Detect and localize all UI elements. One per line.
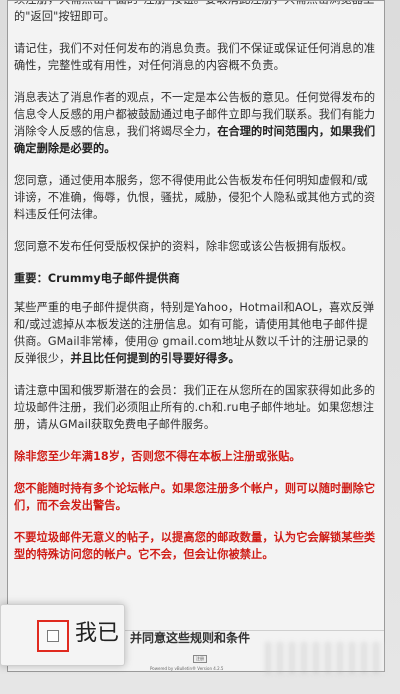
rule-paragraph: 续注册，只需点击下面的"注册"按钮。要取消此注册，只需点击浏览器上的"返回"按钮… [14,1,376,25]
paragraph-text: 您同意不发布任何受版权保护的资料，除非您或该公告板拥有版权。 [14,240,353,253]
paragraph-text: 续注册，只需点击下面的"注册"按钮。要取消此注册，只需点击浏览器上的"返回"按钮… [14,1,374,23]
paragraph-text: 您不能随时持有多个论坛帐户。如果您注册多个帐户，则可以随时删除它们，而不会发出警… [14,482,376,512]
watermark [265,642,385,674]
rule-paragraph: 不要垃圾邮件无意义的帖子，以提高您的邮政数量，认为它会解锁某些类型的特殊访问您的… [14,529,376,563]
paragraph-text: 除非您至少年满18岁，否则您不得在本板上注册或张贴。 [14,450,301,463]
agree-label: 并同意这些规则和条件 [130,631,251,645]
paragraph-text: 并且比任何提到的引导要好得多。 [70,352,240,365]
paragraph-text: 重要：Crummy电子邮件提供商 [14,272,180,285]
rule-paragraph: 某些严重的电子邮件提供商，特别是Yahoo，Hotmail和AOL，喜欢反弹和/… [14,299,376,367]
zoom-inset: 我已 [0,604,125,666]
rule-paragraph: 请注意中国和俄罗斯潜在的会员：我们正在从您所在的国家获得如此多的垃圾邮件注册，我… [14,382,376,433]
register-button[interactable]: 注册 [193,655,207,663]
paragraph-text: 请注意中国和俄罗斯潜在的会员：我们正在从您所在的国家获得如此多的垃圾邮件注册，我… [14,384,376,431]
rule-paragraph: 重要：Crummy电子邮件提供商 [14,270,376,287]
zoom-label: 我已 [75,621,120,646]
rule-paragraph: 请记住，我们不对任何发布的消息负责。我们不保证或保证任何消息的准确性，完整性或有… [14,40,376,74]
footer-text: Powered by vBulletin® Version 4.2.5 [150,666,224,671]
paragraph-text: 不要垃圾邮件无意义的帖子，以提高您的邮政数量，认为它会解锁某些类型的特殊访问您的… [14,531,376,561]
paragraph-text: 您同意，通过使用本服务，您不得使用此公告板发布任何明知虚假和/或诽谤，不准确，侮… [14,174,376,221]
rules-document: 续注册，只需点击下面的"注册"按钮。要取消此注册，只需点击浏览器上的"返回"按钮… [7,0,385,672]
agree-checkbox[interactable] [47,630,59,642]
rule-paragraph: 消息表达了消息作者的观点，不一定是本公告板的意见。任何觉得发布的信息令人反感的用… [14,89,376,157]
rule-paragraph: 除非您至少年满18岁，否则您不得在本板上注册或张贴。 [14,448,376,465]
highlight-box [37,620,69,652]
rule-paragraph: 您不能随时持有多个论坛帐户。如果您注册多个帐户，则可以随时删除它们，而不会发出警… [14,480,376,514]
rule-paragraph: 您同意不发布任何受版权保护的资料，除非您或该公告板拥有版权。 [14,238,376,255]
rule-paragraph: 您同意，通过使用本服务，您不得使用此公告板发布任何明知虚假和/或诽谤，不准确，侮… [14,172,376,223]
paragraph-text: 请记住，我们不对任何发布的消息负责。我们不保证或保证任何消息的准确性，完整性或有… [14,42,376,72]
rules-content: 续注册，只需点击下面的"注册"按钮。要取消此注册，只需点击浏览器上的"返回"按钮… [14,1,376,578]
